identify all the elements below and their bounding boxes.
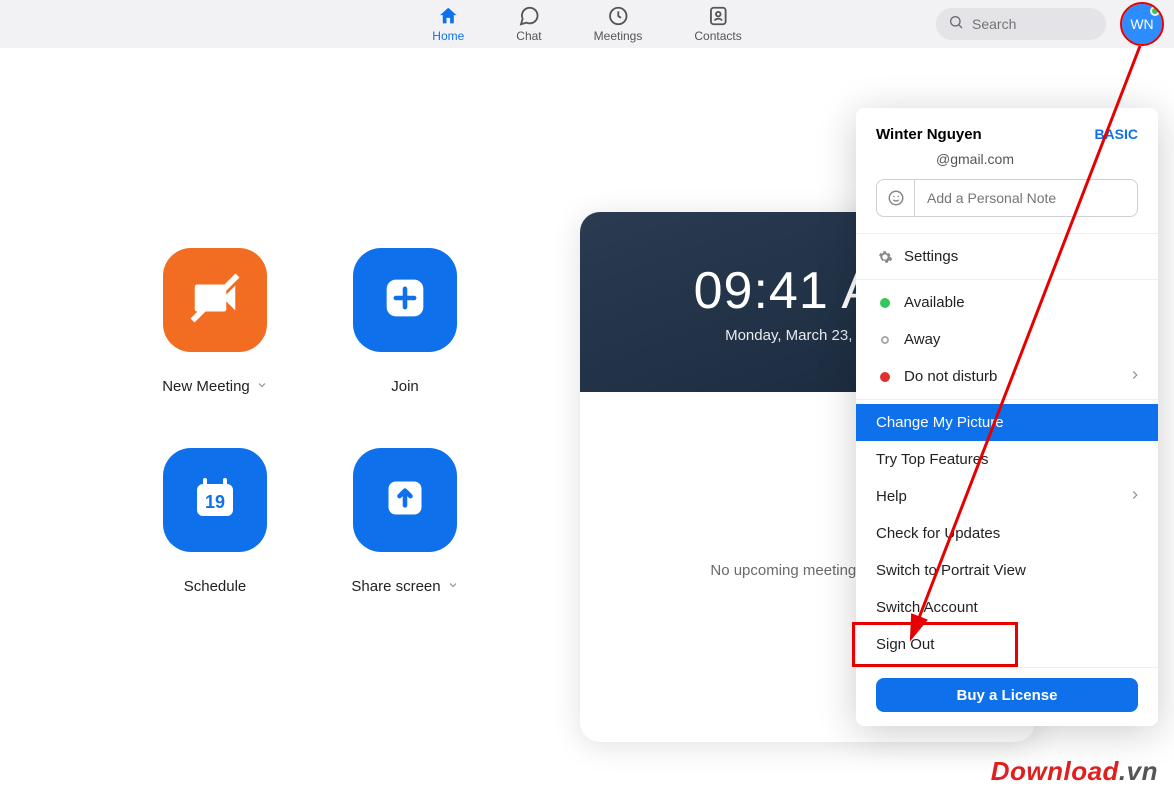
profile-avatar-button[interactable]: WN — [1122, 4, 1162, 44]
status-dnd-icon — [880, 372, 890, 382]
profile-plan-badge: BASIC — [1094, 126, 1138, 142]
profile-email: @gmail.com — [856, 151, 1158, 179]
menu-label: Do not disturb — [904, 368, 997, 385]
schedule-tile[interactable]: 19 Schedule — [120, 448, 310, 648]
main-area: New Meeting Join 19 Schedule — [0, 48, 1174, 799]
menu-label: Switch to Portrait View — [876, 562, 1026, 579]
menu-label: Switch Account — [876, 599, 978, 616]
tab-meetings[interactable]: Meetings — [594, 5, 643, 43]
tile-label: Join — [391, 378, 419, 395]
personal-note-input[interactable] — [914, 179, 1138, 217]
chevron-down-icon[interactable] — [256, 378, 268, 395]
chevron-down-icon[interactable] — [447, 578, 459, 595]
tab-label: Meetings — [594, 29, 643, 43]
menu-item-change-picture[interactable]: Change My Picture — [856, 404, 1158, 441]
menu-label: Try Top Features — [876, 451, 989, 468]
menu-label: Sign Out — [876, 636, 934, 653]
buy-license-button[interactable]: Buy a License — [876, 678, 1138, 712]
menu-label: Help — [876, 488, 907, 505]
contacts-icon — [707, 5, 729, 27]
chevron-right-icon — [1128, 368, 1142, 386]
share-up-icon — [383, 476, 427, 525]
tab-contacts[interactable]: Contacts — [694, 5, 741, 43]
top-bar: Home Chat Meetings Contacts WN — [0, 0, 1174, 48]
tab-label: Chat — [516, 29, 541, 43]
watermark: Download.vn — [991, 756, 1158, 787]
profile-menu: Winter Nguyen BASIC @gmail.com Settings … — [856, 108, 1158, 726]
emoji-picker-button[interactable] — [876, 179, 914, 217]
search-box[interactable] — [936, 8, 1106, 40]
menu-label: Available — [904, 294, 965, 311]
clock-icon — [607, 5, 629, 27]
action-tiles: New Meeting Join 19 Schedule — [120, 248, 500, 648]
menu-item-portrait[interactable]: Switch to Portrait View — [856, 552, 1158, 589]
tab-chat[interactable]: Chat — [516, 5, 541, 43]
menu-item-dnd[interactable]: Do not disturb — [856, 358, 1158, 395]
tab-home[interactable]: Home — [432, 5, 464, 43]
calendar-icon: 19 — [191, 474, 239, 527]
menu-item-available[interactable]: Available — [856, 284, 1158, 321]
buy-label: Buy a License — [957, 687, 1058, 704]
menu-item-settings[interactable]: Settings — [856, 238, 1158, 275]
menu-item-sign-out[interactable]: Sign Out — [856, 626, 1158, 663]
menu-label: Away — [904, 331, 940, 348]
chevron-right-icon — [1128, 488, 1142, 506]
tile-label: Schedule — [184, 578, 247, 595]
tile-label: Share screen — [351, 578, 440, 595]
plus-icon — [383, 276, 427, 325]
join-tile[interactable]: Join — [310, 248, 500, 448]
search-icon — [948, 14, 964, 35]
svg-text:19: 19 — [205, 492, 225, 512]
menu-label: Change My Picture — [876, 414, 1004, 431]
video-off-icon — [188, 271, 242, 330]
chat-icon — [518, 5, 540, 27]
menu-label: Settings — [904, 248, 958, 265]
status-available-icon — [880, 298, 890, 308]
menu-item-switch-account[interactable]: Switch Account — [856, 589, 1158, 626]
new-meeting-tile[interactable]: New Meeting — [120, 248, 310, 448]
avatar-initials: WN — [1130, 16, 1153, 32]
menu-item-away[interactable]: Away — [856, 321, 1158, 358]
home-icon — [437, 5, 459, 27]
profile-user-name: Winter Nguyen — [876, 126, 982, 143]
tab-label: Contacts — [694, 29, 741, 43]
share-screen-tile[interactable]: Share screen — [310, 448, 500, 648]
status-away-icon — [881, 336, 889, 344]
tab-label: Home — [432, 29, 464, 43]
menu-label: Check for Updates — [876, 525, 1000, 542]
menu-item-top-features[interactable]: Try Top Features — [856, 441, 1158, 478]
menu-item-updates[interactable]: Check for Updates — [856, 515, 1158, 552]
gear-icon — [876, 249, 894, 265]
search-input[interactable] — [972, 16, 1094, 32]
presence-dot-icon — [1150, 6, 1160, 16]
nav-tabs: Home Chat Meetings Contacts — [432, 5, 741, 43]
menu-item-help[interactable]: Help — [856, 478, 1158, 515]
tile-label: New Meeting — [162, 378, 250, 395]
